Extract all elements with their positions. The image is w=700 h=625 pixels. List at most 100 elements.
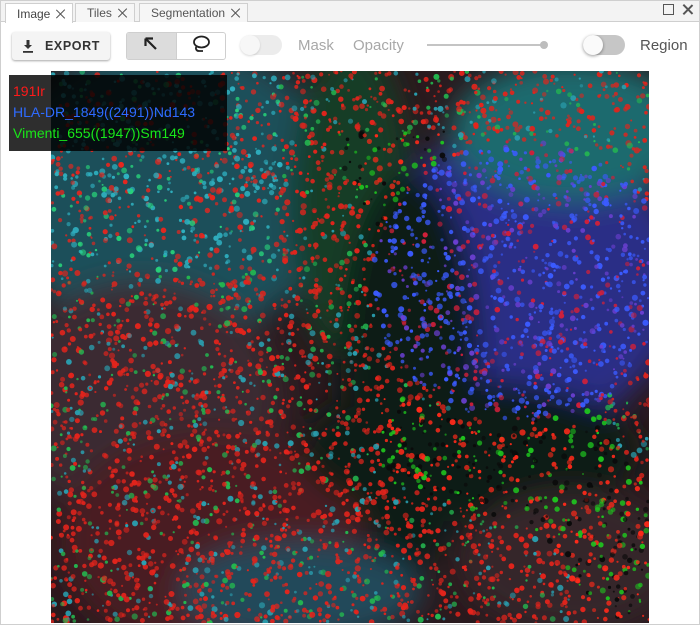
cell-speckle (108, 539, 115, 547)
cell-speckle (414, 92, 418, 96)
cell-speckle (597, 472, 602, 478)
lasso-tool-button[interactable] (175, 33, 226, 59)
close-icon[interactable] (231, 8, 241, 18)
cell-speckle (548, 336, 552, 341)
cell-speckle (622, 554, 628, 560)
region-toggle[interactable] (583, 35, 625, 55)
mask-toggle[interactable] (240, 35, 282, 55)
close-icon[interactable] (682, 4, 693, 15)
cell-speckle (525, 256, 528, 259)
cell-speckle (543, 522, 550, 529)
cell-speckle (498, 470, 503, 475)
cell-speckle (410, 577, 413, 580)
cell-speckle (230, 314, 235, 319)
cell-speckle (449, 419, 456, 426)
cell-speckle (642, 125, 646, 129)
cell-speckle (478, 102, 484, 108)
cell-speckle (141, 195, 145, 199)
cell-speckle (582, 534, 587, 539)
cell-speckle (478, 268, 484, 275)
opacity-slider[interactable] (427, 40, 549, 50)
cell-speckle (66, 276, 70, 280)
cell-speckle (531, 412, 534, 415)
cell-speckle (91, 241, 96, 246)
cell-speckle (607, 585, 612, 590)
cell-speckle (599, 587, 606, 594)
tab-segmentation[interactable]: Segmentation (139, 3, 249, 22)
cell-speckle (330, 528, 335, 533)
cell-speckle (442, 130, 445, 133)
cell-speckle (551, 590, 555, 594)
cell-speckle (627, 224, 632, 229)
cell-speckle (303, 591, 308, 596)
opacity-label: Opacity (353, 37, 404, 54)
cell-speckle (236, 386, 240, 390)
cell-speckle (608, 214, 613, 219)
cell-speckle (400, 353, 405, 358)
cell-speckle (550, 447, 556, 452)
cell-speckle (182, 402, 185, 405)
cell-speckle (555, 169, 559, 172)
cell-speckle (229, 368, 234, 374)
cell-speckle (635, 523, 641, 529)
cell-speckle (593, 191, 600, 198)
cell-speckle (241, 306, 248, 313)
cell-speckle (109, 377, 114, 382)
close-icon[interactable] (56, 9, 66, 19)
cell-speckle (283, 483, 289, 488)
tab-image[interactable]: Image (5, 3, 74, 23)
cell-speckle (567, 518, 570, 522)
cell-speckle (534, 419, 538, 423)
cell-speckle (266, 225, 270, 229)
cell-speckle (473, 430, 476, 434)
cell-speckle (427, 148, 432, 153)
cell-speckle (241, 528, 246, 532)
cell-speckle (97, 480, 102, 485)
tab-tiles[interactable]: Tiles (75, 3, 135, 22)
close-icon[interactable] (118, 8, 128, 18)
pointer-tool-button[interactable] (127, 33, 176, 59)
cell-speckle (236, 295, 241, 301)
cell-speckle (584, 151, 590, 157)
cell-speckle (606, 144, 611, 149)
cell-speckle (373, 290, 379, 296)
cell-speckle (418, 533, 423, 538)
cell-speckle (613, 499, 617, 504)
cell-speckle (161, 428, 167, 434)
cell-speckle (440, 418, 443, 421)
cell-speckle (508, 285, 515, 291)
slider-thumb[interactable] (540, 41, 548, 49)
maximize-icon[interactable] (663, 4, 674, 15)
cell-speckle (586, 597, 591, 602)
cell-speckle (411, 464, 416, 470)
cell-speckle (180, 615, 186, 621)
cell-speckle (535, 156, 540, 161)
cell-speckle (89, 306, 95, 313)
cell-speckle (298, 487, 304, 494)
cell-speckle (643, 513, 648, 518)
cell-speckle (496, 485, 500, 489)
cell-speckle (309, 99, 313, 102)
cell-speckle (400, 238, 405, 244)
cell-speckle (139, 459, 142, 463)
cell-speckle (528, 313, 532, 316)
cell-speckle (294, 144, 297, 147)
cell-speckle (468, 111, 471, 114)
cell-speckle (160, 510, 165, 516)
cell-speckle (299, 245, 306, 252)
cell-speckle (373, 470, 376, 474)
cell-speckle (514, 296, 521, 303)
cell-speckle (625, 411, 630, 416)
cell-speckle (280, 601, 283, 604)
image-viewer[interactable] (51, 71, 649, 623)
cell-speckle (75, 170, 80, 175)
cell-speckle (553, 223, 559, 229)
cell-speckle (460, 161, 467, 167)
export-button[interactable]: EXPORT (12, 32, 110, 60)
cell-speckle (90, 548, 93, 552)
cell-speckle (163, 307, 166, 310)
cell-speckle (240, 137, 244, 142)
cell-speckle (429, 474, 432, 477)
cell-speckle (320, 145, 324, 149)
cell-speckle (470, 543, 477, 550)
